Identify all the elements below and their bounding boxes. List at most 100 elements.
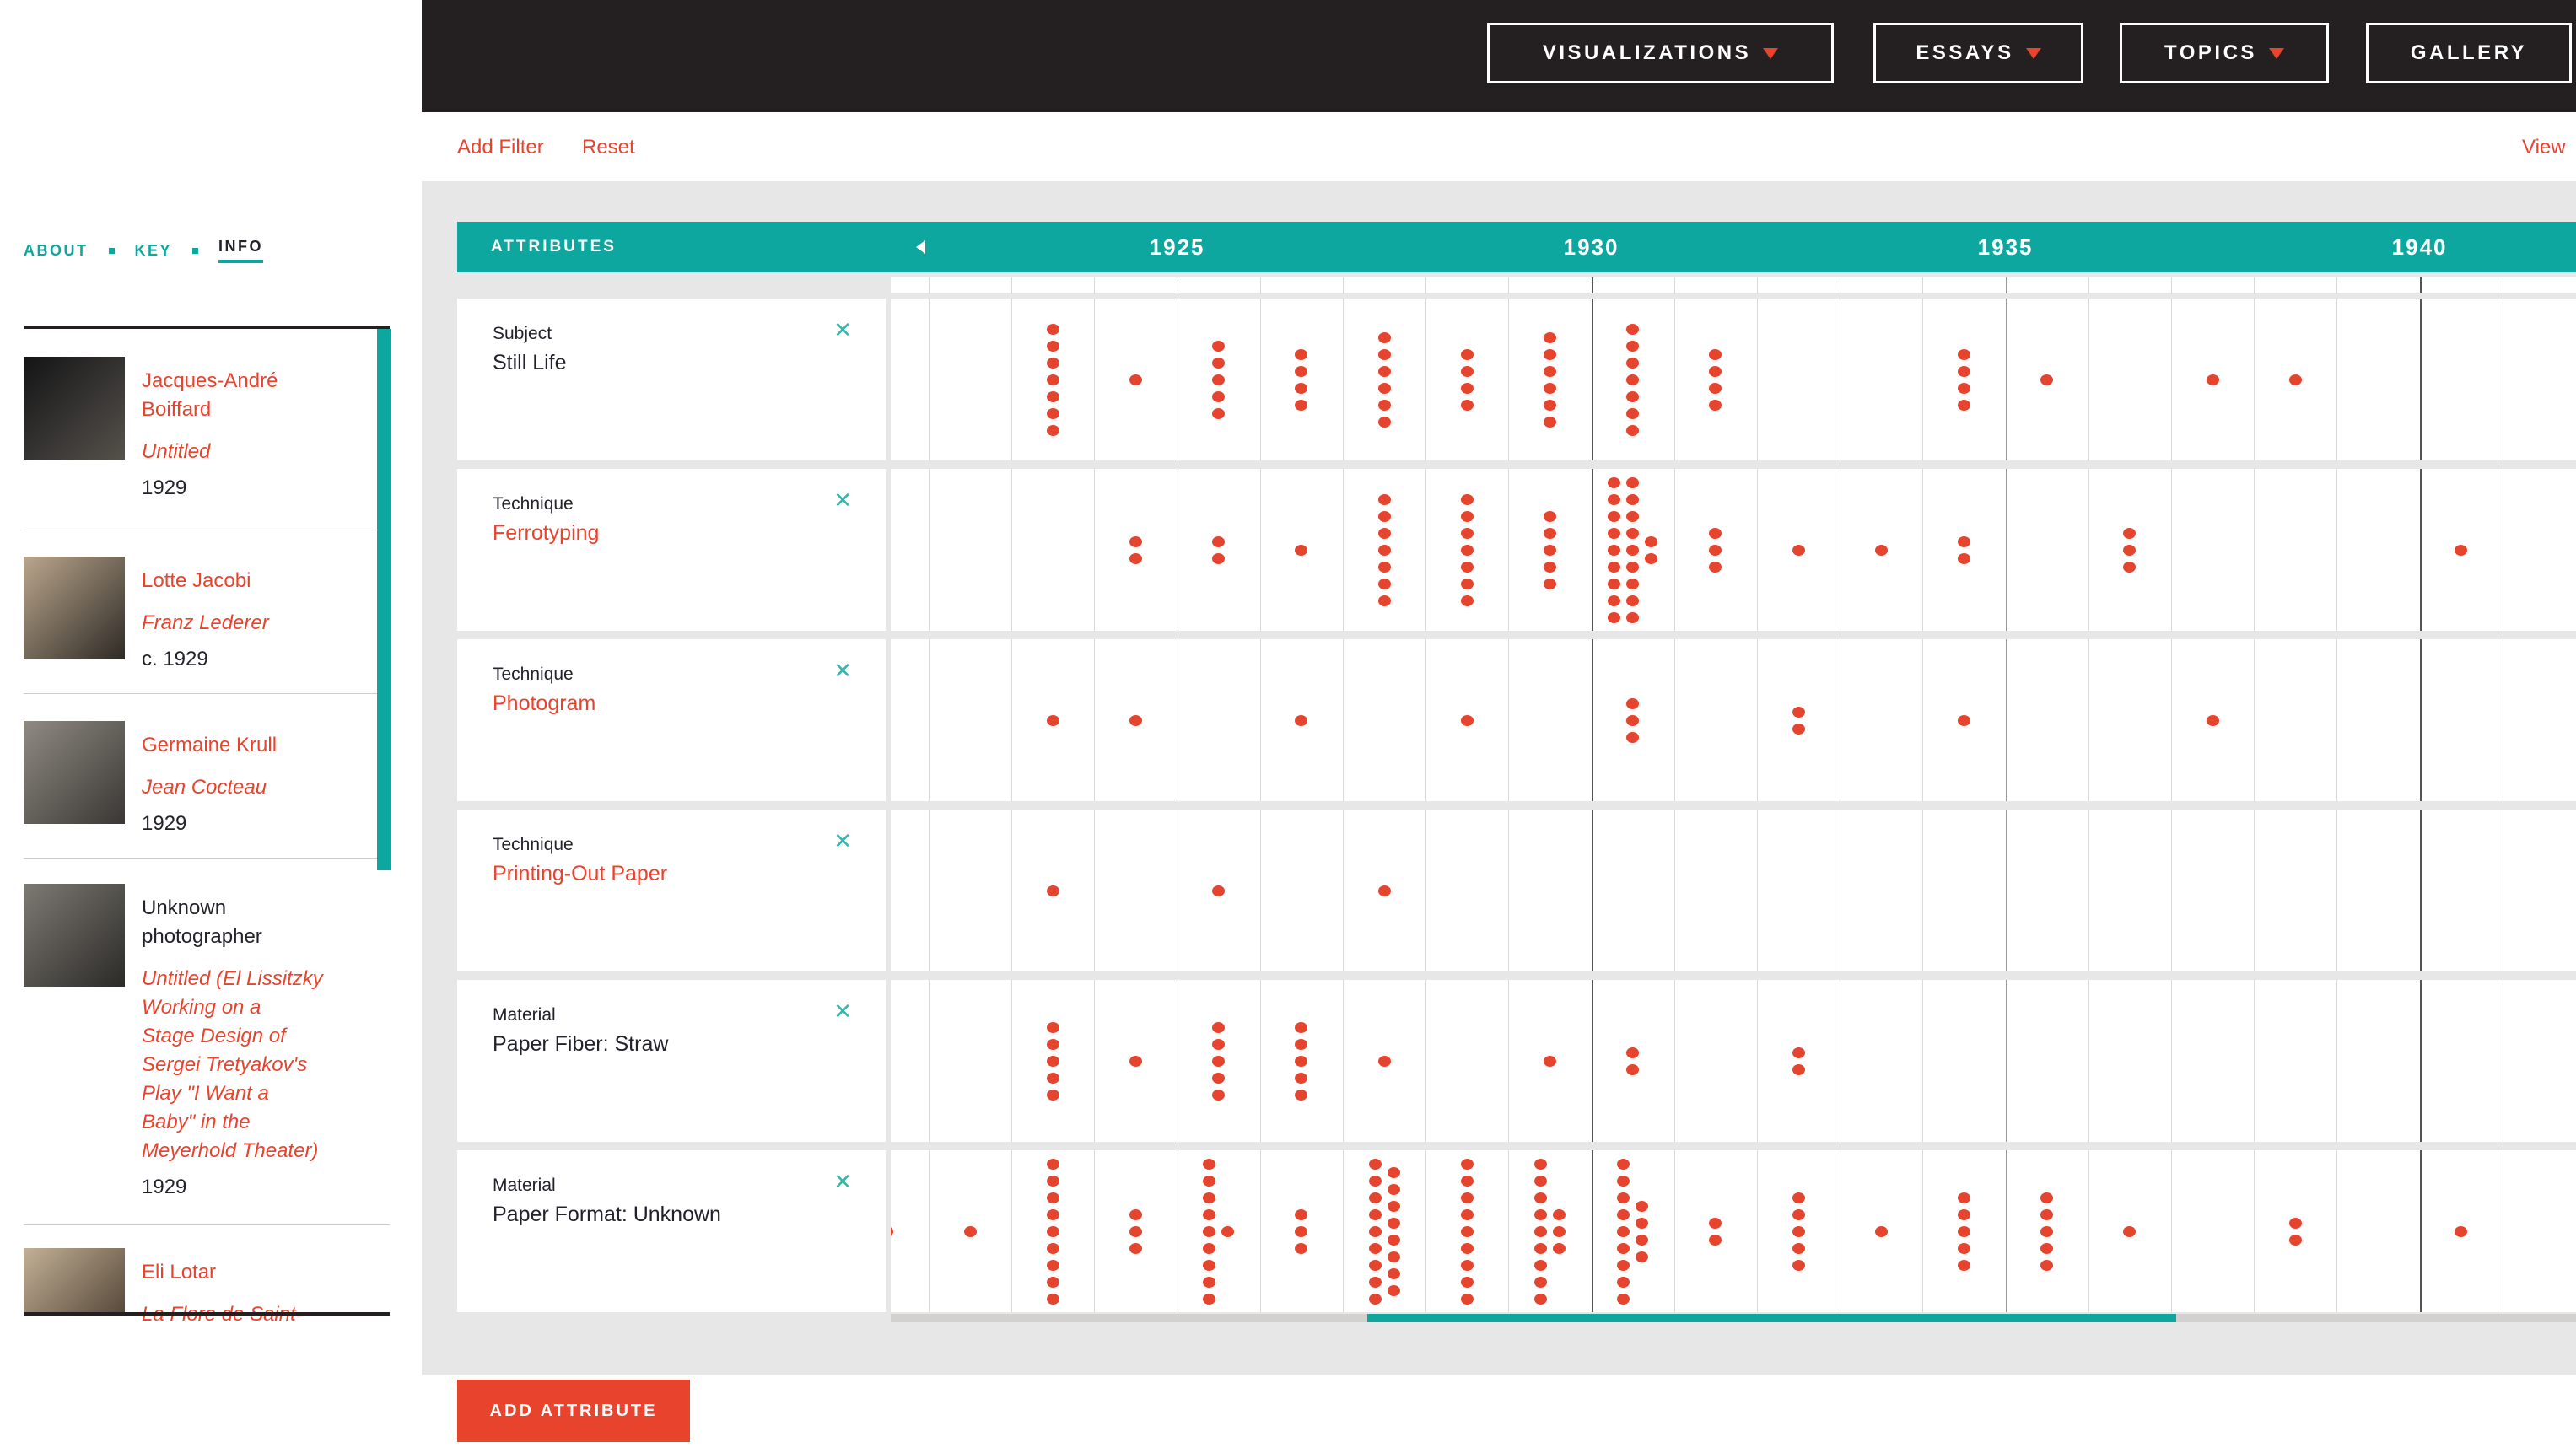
photo-dot[interactable] [1626,408,1639,419]
photo-dot[interactable] [1212,536,1225,547]
photo-title-line[interactable]: Meyerhold Theater) [142,1137,390,1165]
photo-dot[interactable] [1388,1268,1400,1279]
photo-dot[interactable] [1626,511,1639,522]
dot-stack-paper-format-unknown-1938[interactable] [2289,1150,2302,1312]
photo-dot[interactable] [1553,1226,1566,1237]
sidebar-scrollbar[interactable] [377,329,391,870]
photo-title-line[interactable]: Untitled [142,438,390,466]
photo-title-line[interactable]: Franz Lederer [142,609,390,638]
photo-dot[interactable] [1709,562,1722,573]
photo-dot[interactable] [1461,366,1474,377]
dot-stack-ferrotyping-1936[interactable] [2123,469,2136,631]
photo-dot[interactable] [2040,1226,2053,1237]
dot-stack-still-life-1937[interactable] [2207,299,2219,460]
dot-stack-paper-format-unknown-1930[interactable] [1617,1150,1630,1312]
photo-dot[interactable] [1608,579,1620,589]
photo-dot[interactable] [1792,707,1805,718]
photo-dot[interactable] [2455,545,2467,556]
photo-dot[interactable] [1369,1209,1382,1220]
photo-dot[interactable] [1378,511,1391,522]
photo-dot[interactable] [1608,528,1620,539]
photo-dot[interactable] [1626,425,1639,436]
photo-dot[interactable] [1369,1260,1382,1271]
photo-dot[interactable] [1295,1056,1307,1067]
photo-dot[interactable] [1544,332,1556,343]
photo-dot[interactable] [1047,1294,1059,1305]
photo-dot[interactable] [1295,383,1307,394]
dot-stack-still-life-1935[interactable] [2040,299,2053,460]
attribute-value[interactable]: Printing-Out Paper [493,862,667,886]
photo-dot[interactable] [1378,332,1391,343]
dot-stack-still-life-1934[interactable] [1958,299,1970,460]
photo-dot[interactable] [1295,1090,1307,1101]
photo-dot[interactable] [1626,391,1639,402]
photo-dot[interactable] [1626,358,1639,369]
photo-dot[interactable] [1047,1209,1059,1220]
dot-stack-ferrotyping-1925[interactable] [1212,469,1225,631]
photo-dot[interactable] [1212,408,1225,419]
photo-dot[interactable] [1792,1064,1805,1075]
photo-dot[interactable] [1958,1260,1970,1271]
photo-artist-line[interactable]: Eli Lotar [142,1258,390,1287]
dot-stack-printing-out-paper-1923[interactable] [1047,810,1059,971]
photo-title-line[interactable]: Stage Design of [142,1022,390,1051]
photo-dot[interactable] [1378,579,1391,589]
add-filter-link[interactable]: Add Filter [457,136,544,159]
dot-stack-still-life-1924[interactable] [1129,299,1142,460]
photo-dot[interactable] [1636,1218,1648,1229]
photo-dot[interactable] [2289,1218,2302,1229]
photo-title-line[interactable]: Working on a [142,993,390,1022]
photo-dot[interactable] [1544,528,1556,539]
chart-hscroll-thumb[interactable] [1367,1314,2176,1322]
nav-essays-button[interactable]: ESSAYS [1873,23,2083,83]
dot-stack-photogram-1926[interactable] [1295,639,1307,801]
photo-dot[interactable] [1544,366,1556,377]
dot-stack-ferrotyping-1932[interactable] [1792,469,1805,631]
photo-dot[interactable] [1958,383,1970,394]
photo-dot[interactable] [1958,715,1970,726]
photo-dot[interactable] [1212,885,1225,896]
dot-stack-photogram-1924[interactable] [1129,639,1142,801]
photo-artist-line[interactable]: Boiffard [142,396,390,424]
photo-dot[interactable] [1608,511,1620,522]
photo-dot[interactable] [1378,545,1391,556]
photo-dot[interactable] [1709,366,1722,377]
dot-stack-still-life-1923[interactable] [1047,299,1059,460]
photo-dot[interactable] [1378,494,1391,505]
photo-title-line[interactable]: Jean Cocteau [142,773,390,802]
photo-dot[interactable] [1047,324,1059,335]
dot-stack-still-life-1931[interactable] [1709,299,1722,460]
photo-dot[interactable] [1047,1056,1059,1067]
dot-stack-photogram-1923[interactable] [1047,639,1059,801]
photo-dot[interactable] [1212,1022,1225,1033]
photo-dot[interactable] [1129,1056,1142,1067]
photo-dot[interactable] [1295,545,1307,556]
photo-dot[interactable] [1378,595,1391,606]
photo-dot[interactable] [1461,1209,1474,1220]
photo-dot[interactable] [1709,349,1722,360]
photo-dot[interactable] [1534,1277,1547,1288]
dot-stack-paper-format-unknown-1927[interactable] [1369,1150,1382,1312]
photo-dot[interactable] [1534,1243,1547,1254]
photo-dot[interactable] [1369,1277,1382,1288]
photo-dot[interactable] [2040,1209,2053,1220]
photo-dot[interactable] [1221,1226,1234,1237]
photo-dot[interactable] [1709,400,1722,411]
photo-dot[interactable] [1047,1260,1059,1271]
photo-dot[interactable] [1792,1243,1805,1254]
photo-dot[interactable] [1617,1176,1630,1187]
dot-stack-paper-format-unknown-1925[interactable] [1221,1150,1234,1312]
photo-dot[interactable] [1626,494,1639,505]
photo-dot[interactable] [1608,477,1620,488]
photo-dot[interactable] [1212,553,1225,564]
dot-stack-paper-format-unknown-1930[interactable] [1636,1150,1648,1312]
photo-dot[interactable] [1617,1243,1630,1254]
dot-stack-paper-format-unknown-1929[interactable] [1534,1150,1547,1312]
photo-dot[interactable] [1544,400,1556,411]
photo-dot[interactable] [1534,1260,1547,1271]
photo-dot[interactable] [1626,732,1639,743]
photo-dot[interactable] [1544,383,1556,394]
dot-stack-paper-format-unknown-1928[interactable] [1461,1150,1474,1312]
photo-dot[interactable] [1617,1260,1630,1271]
photo-dot[interactable] [2123,528,2136,539]
